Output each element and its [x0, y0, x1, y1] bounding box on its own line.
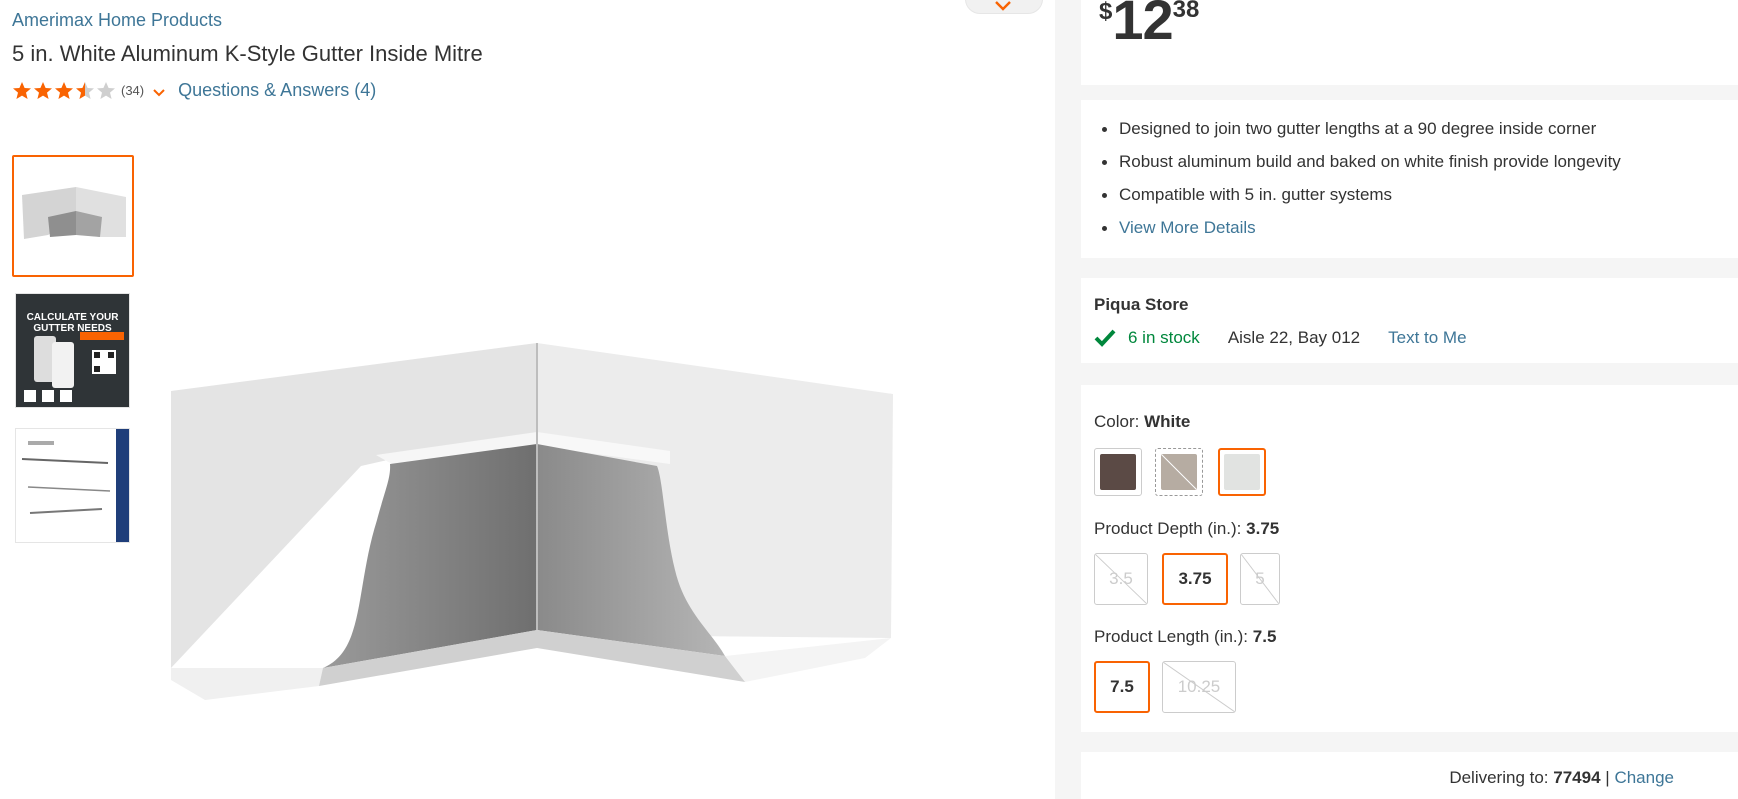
delivery-separator: |	[1605, 768, 1610, 787]
price-whole: 12	[1112, 0, 1173, 51]
star-full-icon	[34, 81, 52, 99]
media-column: Amerimax Home Products 5 in. White Alumi…	[0, 0, 1055, 799]
price-card: $ 12 38	[1081, 0, 1738, 85]
product-title: 5 in. White Aluminum K-Style Gutter Insi…	[12, 41, 483, 66]
unavailable-strike	[1241, 554, 1279, 604]
color-label: Color:	[1094, 412, 1140, 431]
price-cents: 38	[1172, 0, 1200, 23]
length-option-label: Product Length (in.): 7.5	[1094, 627, 1276, 647]
price-dollar-sign: $	[1099, 0, 1113, 25]
delivery-label: Delivering to:	[1449, 768, 1549, 787]
length-option-10-25[interactable]: 10.25	[1162, 661, 1236, 713]
color-option-label: Color: White	[1094, 412, 1190, 432]
highlights-card: Designed to join two gutter lengths at a…	[1081, 100, 1738, 258]
text-to-me-link[interactable]: Text to Me	[1388, 328, 1466, 348]
depth-option-3-75[interactable]: 3.75	[1162, 553, 1228, 605]
color-swatch-white[interactable]	[1218, 448, 1266, 496]
length-label: Product Length (in.):	[1094, 627, 1249, 646]
unavailable-strike	[1163, 662, 1235, 712]
diagram-thumbnail-image	[21, 429, 129, 542]
chevron-down-icon[interactable]	[152, 86, 166, 100]
gutter-mitre-thumbnail-image	[22, 187, 126, 239]
delivery-zip: 77494	[1553, 768, 1601, 787]
highlight-item: Compatible with 5 in. gutter systems	[1102, 184, 1621, 217]
brand-link[interactable]: Amerimax Home Products	[12, 10, 222, 31]
depth-value: 3.75	[1246, 519, 1280, 538]
column-divider	[1055, 0, 1081, 799]
color-swatch-tan[interactable]	[1155, 448, 1203, 496]
review-count[interactable]: (34)	[121, 83, 144, 98]
questions-answers-link[interactable]: Questions & Answers (4)	[178, 80, 376, 101]
stock-row: 6 in stock Aisle 22, Bay 012 Text to Me	[1094, 327, 1467, 349]
color-value: White	[1144, 412, 1191, 431]
thumbnail-installation-diagram[interactable]	[15, 428, 130, 543]
option-label: 3.75	[1178, 569, 1212, 588]
thumbnail-product-photo[interactable]	[12, 155, 134, 277]
star-half-icon	[76, 81, 94, 99]
product-options-card: Color: White Product Depth (in.): 3.75 3…	[1081, 385, 1738, 732]
product-main-image	[171, 343, 893, 700]
star-rating[interactable]	[12, 81, 117, 101]
depth-option-label: Product Depth (in.): 3.75	[1094, 519, 1279, 539]
color-swatch-brown[interactable]	[1094, 448, 1142, 496]
chevron-down-icon	[995, 1, 1011, 11]
length-value: 7.5	[1252, 627, 1277, 646]
aisle-location: Aisle 22, Bay 012	[1227, 328, 1361, 347]
stock-status: 6 in stock	[1128, 328, 1200, 347]
unavailable-strike	[1161, 454, 1197, 490]
star-full-icon	[13, 81, 31, 99]
highlight-item: Robust aluminum build and baked on white…	[1102, 151, 1621, 184]
product-page: Amerimax Home Products 5 in. White Alumi…	[0, 0, 1738, 799]
change-zip-link[interactable]: Change	[1614, 768, 1674, 787]
swatch-fill	[1224, 454, 1260, 490]
phone-mockup-image	[24, 332, 124, 402]
delivery-card: Delivering to: 77494 | Change	[1081, 752, 1738, 799]
depth-option-3-5[interactable]: 3.5	[1094, 553, 1148, 605]
delivery-info: Delivering to: 77494 | Change	[1449, 768, 1674, 788]
depth-label: Product Depth (in.):	[1094, 519, 1242, 538]
option-label: 7.5	[1110, 677, 1134, 696]
favorite-button[interactable]	[965, 0, 1043, 14]
swatch-fill	[1100, 454, 1136, 490]
unavailable-strike	[1095, 554, 1147, 604]
thumbnail-calculate-gutter-needs[interactable]: CALCULATE YOUR GUTTER NEEDS	[15, 293, 130, 408]
view-more-details-link[interactable]: View More Details	[1102, 217, 1621, 250]
price: $ 12 38	[1099, 0, 1199, 48]
store-name: Piqua Store	[1094, 295, 1189, 314]
checkmark-icon	[1094, 329, 1116, 347]
depth-option-5[interactable]: 5	[1240, 553, 1280, 605]
star-full-icon	[55, 81, 73, 99]
star-empty-icon	[97, 81, 115, 99]
store-availability-card: Piqua Store 6 in stock Aisle 22, Bay 012…	[1081, 278, 1738, 363]
highlight-item: Designed to join two gutter lengths at a…	[1102, 118, 1621, 151]
highlights-list: Designed to join two gutter lengths at a…	[1102, 118, 1621, 250]
length-option-7-5[interactable]: 7.5	[1094, 661, 1150, 713]
rating-row: (34) Questions & Answers (4)	[12, 80, 376, 101]
